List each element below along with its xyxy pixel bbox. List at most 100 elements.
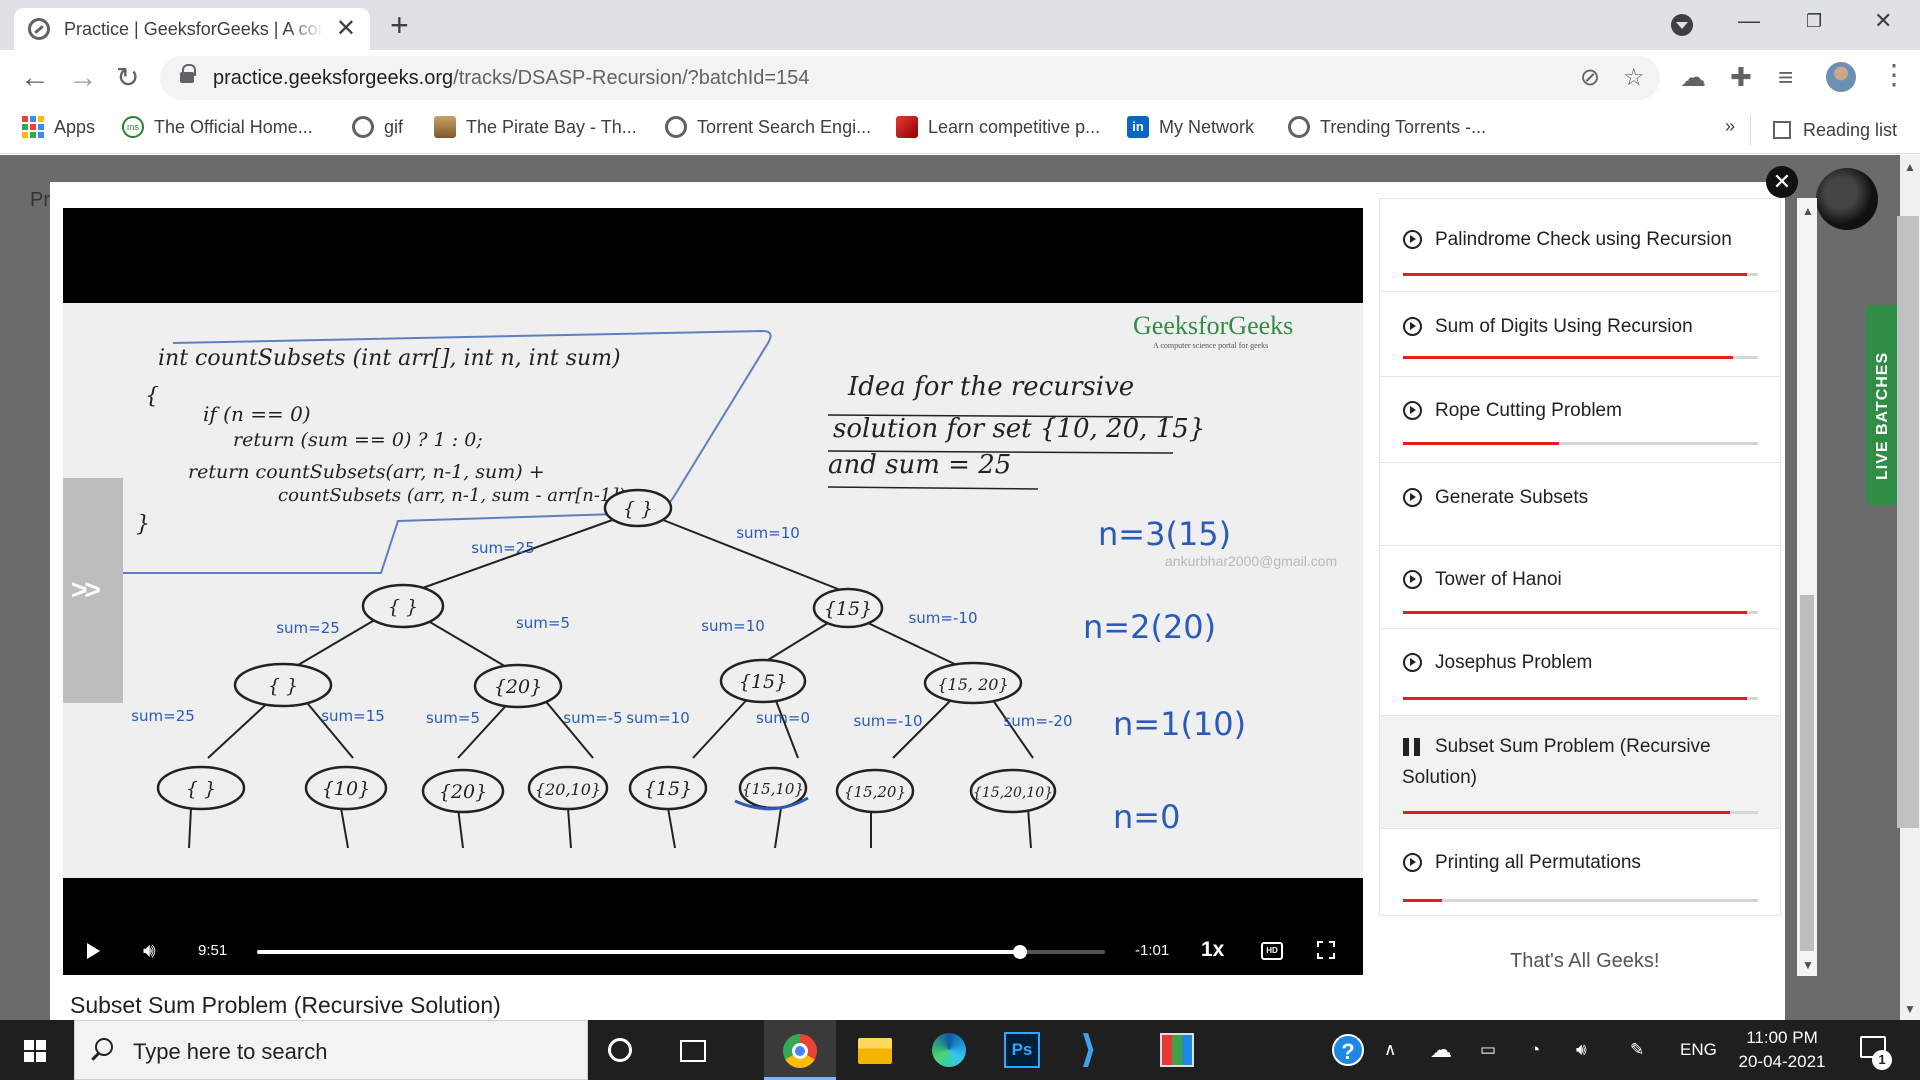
- bookmark-pirate-bay[interactable]: The Pirate Bay - Th...: [434, 116, 637, 138]
- scroll-up-icon[interactable]: ▲: [1904, 160, 1916, 174]
- tree-node: {15, 20}: [937, 675, 1008, 694]
- bookmarks-bar: Apps ms The Official Home... gif The Pir…: [0, 106, 1920, 154]
- bookmark-official-home[interactable]: ms The Official Home...: [122, 116, 313, 138]
- playlist-scroll-down-icon[interactable]: ▼: [1802, 958, 1814, 972]
- edge-icon[interactable]: [932, 1033, 966, 1067]
- level-label-0: n=0: [1113, 798, 1180, 836]
- page-scrollbar-thumb[interactable]: [1897, 216, 1919, 828]
- bookmark-torrent-search[interactable]: Torrent Search Engi...: [665, 116, 871, 138]
- bookmark-star-icon[interactable]: ☆: [1623, 65, 1645, 91]
- volume-icon[interactable]: 🔊︎: [143, 940, 156, 962]
- minimize-icon[interactable]: —: [1738, 8, 1760, 34]
- new-tab-button[interactable]: +: [390, 8, 409, 42]
- address-bar[interactable]: practice.geeksforgeeks.org/tracks/DSASP-…: [160, 56, 1660, 100]
- code-line-7: }: [136, 512, 150, 537]
- show-hidden-icons-icon[interactable]: ∧: [1384, 1040, 1396, 1060]
- bookmark-my-network[interactable]: in My Network: [1127, 116, 1254, 138]
- seek-bar[interactable]: [257, 945, 1105, 959]
- playlist-item[interactable]: Palindrome Check using Recursion: [1379, 198, 1781, 291]
- browser-toolbar: ← → ↻ practice.geeksforgeeks.org/tracks/…: [0, 50, 1920, 106]
- playlist-item[interactable]: Sum of Digits Using Recursion: [1379, 291, 1781, 376]
- geeksforgeeks-tagline: A computer science portal for geeks: [1153, 341, 1269, 350]
- playlist-item[interactable]: Generate Subsets: [1379, 462, 1781, 545]
- tab-strip: Practice | GeeksforGeeks | A computer sc…: [0, 0, 1920, 50]
- bookmarks-overflow-button[interactable]: »: [1725, 116, 1735, 137]
- bookmark-gif[interactable]: gif: [352, 116, 403, 138]
- playback-speed-button[interactable]: 1x: [1201, 938, 1224, 962]
- volume-tray-icon[interactable]: 🔊︎: [1576, 1040, 1587, 1060]
- tree-node: { }: [268, 675, 298, 697]
- play-circle-icon: [1403, 853, 1422, 872]
- bookmark-trending-torrents[interactable]: Trending Torrents -...: [1288, 116, 1486, 138]
- edge-label: sum=-10: [908, 609, 977, 627]
- browser-tab[interactable]: Practice | GeeksforGeeks | A computer sc…: [14, 8, 370, 50]
- lock-icon[interactable]: [180, 64, 196, 86]
- profile-avatar[interactable]: [1826, 62, 1856, 92]
- bookmark-apps[interactable]: Apps: [22, 116, 95, 138]
- help-icon[interactable]: ?: [1332, 1034, 1364, 1066]
- idea-line-3: and sum = 25: [828, 450, 1011, 480]
- chrome-icon[interactable]: [783, 1034, 817, 1068]
- playlist-item[interactable]: Rope Cutting Problem: [1379, 376, 1781, 462]
- cortana-icon[interactable]: [608, 1038, 632, 1062]
- pen-icon[interactable]: ✎: [1630, 1040, 1644, 1060]
- hidden-eye-icon[interactable]: ⊘: [1580, 65, 1600, 91]
- globe-icon: [352, 116, 374, 138]
- task-view-icon[interactable]: [680, 1040, 706, 1062]
- globe-icon: [665, 116, 687, 138]
- extension-cloud-icon[interactable]: ☁: [1680, 62, 1706, 92]
- playlist-item[interactable]: Tower of Hanoi: [1379, 545, 1781, 628]
- video-controls: 🔊︎ 9:51 -1:01 1x HD: [63, 930, 1363, 975]
- taskbar-clock[interactable]: 11:00 PM 20-04-2021: [1736, 1026, 1828, 1074]
- wifi-icon[interactable]: ◔: [1530, 1040, 1540, 1060]
- fullscreen-icon[interactable]: [1317, 941, 1335, 959]
- back-icon[interactable]: ←: [20, 61, 50, 95]
- hd-quality-button[interactable]: HD: [1261, 942, 1283, 960]
- live-batches-tab[interactable]: LIVE BATCHES: [1866, 305, 1900, 505]
- playlist-scrollbar-thumb[interactable]: [1800, 595, 1814, 951]
- reading-list-button[interactable]: Reading list: [1750, 115, 1897, 145]
- menu-dots-icon[interactable]: ⋮: [1880, 60, 1908, 90]
- taskbar-search-box[interactable]: Type here to search: [74, 1020, 588, 1080]
- media-queue-icon[interactable]: ≡: [1778, 62, 1793, 92]
- forward-icon[interactable]: →: [68, 61, 98, 95]
- play-circle-icon: [1403, 230, 1422, 249]
- vscode-icon[interactable]: ⟩: [1080, 1031, 1114, 1069]
- edge-label: sum=25: [276, 619, 340, 637]
- code-line-3: if (n == 0): [203, 402, 311, 426]
- windows-start-icon[interactable]: [24, 1040, 46, 1062]
- play-circle-icon: [1403, 401, 1422, 420]
- seek-handle[interactable]: [1013, 945, 1028, 959]
- battery-icon[interactable]: ▭: [1480, 1040, 1496, 1060]
- playlist-scroll-up-icon[interactable]: ▲: [1802, 204, 1814, 218]
- bookmark-learn-competitive[interactable]: Learn competitive p...: [896, 116, 1100, 138]
- watch-progress-bar: [1403, 611, 1758, 614]
- language-indicator[interactable]: ENG: [1680, 1040, 1717, 1060]
- tab-search-icon[interactable]: [1671, 14, 1693, 36]
- edge-label: sum=15: [321, 707, 385, 725]
- side-panel-toggle[interactable]: >>: [63, 478, 123, 703]
- video-player[interactable]: int countSubsets (int arr[], int n, int …: [63, 208, 1363, 975]
- scroll-down-icon[interactable]: ▼: [1904, 1002, 1916, 1016]
- close-window-icon[interactable]: ✕: [1874, 8, 1892, 34]
- playlist-item[interactable]: Josephus Problem: [1379, 628, 1781, 715]
- playlist-item-active[interactable]: Subset Sum Problem (Recursive Solution): [1379, 715, 1781, 828]
- onedrive-icon[interactable]: ☁: [1430, 1039, 1452, 1061]
- extensions-puzzle-icon[interactable]: ✚: [1730, 62, 1752, 92]
- file-explorer-icon[interactable]: [858, 1038, 892, 1064]
- idea-line-1: Idea for the recursive: [847, 372, 1134, 402]
- user-avatar[interactable]: [1816, 168, 1878, 230]
- photoshop-icon[interactable]: Ps: [1004, 1032, 1040, 1068]
- reload-icon[interactable]: ↻: [116, 61, 139, 95]
- level-label-1: n=1(10): [1113, 705, 1246, 743]
- play-circle-icon: [1403, 488, 1422, 507]
- url-text[interactable]: practice.geeksforgeeks.org/tracks/DSASP-…: [213, 67, 809, 90]
- code-line-5: return countSubsets(arr, n-1, sum) +: [188, 461, 545, 483]
- play-icon[interactable]: [87, 943, 100, 959]
- restore-icon[interactable]: ❐: [1806, 8, 1822, 34]
- winrar-icon[interactable]: [1160, 1033, 1194, 1067]
- tab-close-icon[interactable]: ✕: [336, 17, 356, 41]
- modal-close-button[interactable]: ✕: [1766, 166, 1798, 198]
- code-line-1: int countSubsets (int arr[], int n, int …: [158, 346, 621, 371]
- playlist-item[interactable]: Printing all Permutations: [1379, 828, 1781, 916]
